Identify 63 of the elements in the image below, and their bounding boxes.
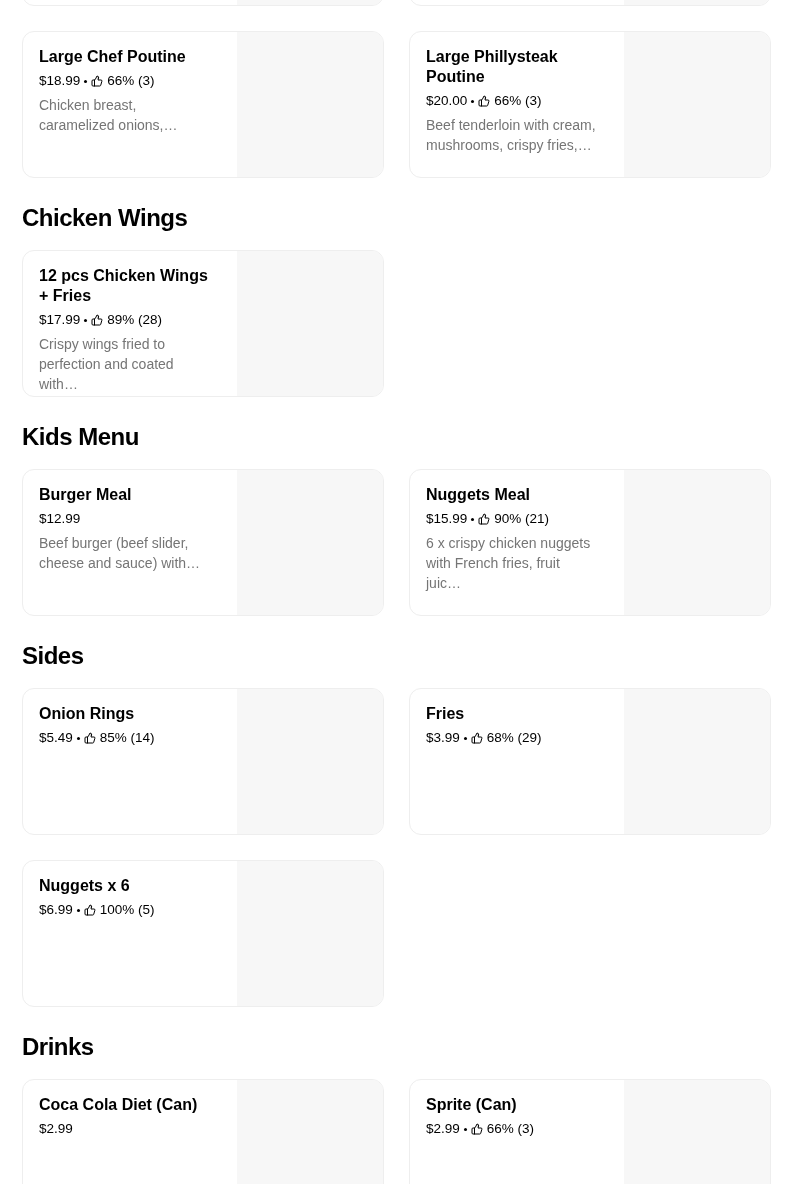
item-price: $18.99	[39, 72, 81, 90]
thumbs-up-icon	[91, 75, 104, 87]
menu-item-card[interactable]: Sprite (Can) $2.99 66% (3)	[409, 1079, 771, 1184]
thumbs-up-icon	[83, 732, 96, 744]
item-name: Large Phillysteak Poutine	[426, 47, 559, 87]
item-name: Onion Rings	[39, 704, 136, 724]
menu-item-card[interactable]: Nuggets Meal $15.99 90% (21) 6 x crispy chicken nuggets with French fries, fruit juic…	[409, 469, 771, 616]
separator-dot	[463, 736, 467, 740]
menu-item-card[interactable]: Onion Rings $5.49 85% (14)	[22, 688, 384, 835]
item-description: Beef burger (beef slider, cheese and sauce) with…	[39, 534, 202, 573]
item-rating: 66% (3)	[486, 1120, 535, 1138]
menu-item-card[interactable]: Large Chef Poutine $18.99 66% (3) Chicken breast, caramelized onions,…	[22, 31, 384, 178]
section-heading: Kids Menu	[22, 422, 140, 452]
thumbs-up-icon	[478, 513, 491, 525]
item-description: Crispy wings fried to perfection and coated with…	[39, 335, 175, 394]
item-rating: 68% (29)	[486, 729, 542, 747]
menu-item-card[interactable]: Large Phillysteak Poutine $20.00 66% (3) Beef tenderloin with cream, mushrooms, crispy fries,…	[409, 31, 771, 178]
separator-dot	[84, 79, 88, 83]
menu-item-card[interactable]: Burger Meal $12.99 Beef burger (beef slider, cheese and sauce) with…	[22, 469, 384, 616]
thumbs-up-icon	[478, 95, 491, 107]
menu-item-card[interactable]: 12 pcs Chicken Wings + Fries $17.99 89% (28) Crispy wings fried to perfection and coated with…	[22, 250, 384, 397]
item-name: Fries	[426, 704, 466, 724]
section-heading: Sides	[22, 641, 85, 671]
separator-dot	[463, 1127, 467, 1131]
thumbs-up-icon	[470, 732, 483, 744]
separator-dot	[76, 736, 80, 740]
item-name: Coca Cola Diet (Can)	[39, 1095, 199, 1115]
menu-item-card[interactable]: Nuggets x 6 $6.99 100% (5)	[22, 860, 384, 1007]
item-price: $6.99	[39, 901, 73, 919]
thumbs-up-icon	[91, 314, 104, 326]
menu-item-card[interactable]: Coca Cola Diet (Can) $2.99	[22, 1079, 384, 1184]
separator-dot	[84, 318, 88, 322]
item-price: $3.99	[426, 729, 460, 747]
menu-item-card[interactable]: Fries $3.99 68% (29)	[409, 688, 771, 835]
item-name: Large Chef Poutine	[39, 47, 187, 67]
item-price: $5.49	[39, 729, 73, 747]
separator-dot	[76, 908, 80, 912]
item-rating: 85% (14)	[99, 729, 155, 747]
item-rating: 90% (21)	[494, 510, 550, 528]
item-rating: 100% (5)	[99, 901, 155, 919]
item-name: Sprite (Can)	[426, 1095, 518, 1115]
item-price: $2.99	[39, 1120, 73, 1138]
item-name: Burger Meal	[39, 485, 133, 505]
section-heading: Chicken Wings	[22, 203, 189, 233]
item-price: $20.00	[426, 92, 468, 110]
item-rating: 66% (3)	[107, 72, 155, 90]
item-name: Nuggets x 6	[39, 876, 131, 896]
item-description: Chicken breast, caramelized onions,…	[39, 96, 179, 135]
item-name: Nuggets Meal	[426, 485, 531, 505]
item-price: $2.99	[426, 1120, 460, 1138]
thumbs-up-icon	[470, 1123, 483, 1135]
item-name: 12 pcs Chicken Wings + Fries	[39, 266, 209, 306]
item-price: $12.99	[39, 510, 81, 528]
item-description: 6 x crispy chicken nuggets with French fries, fruit juic…	[426, 534, 592, 593]
item-price: $15.99	[426, 510, 468, 528]
item-rating: 66% (3)	[494, 92, 542, 110]
separator-dot	[471, 517, 475, 521]
item-price: $17.99	[39, 311, 81, 329]
section-heading: Drinks	[22, 1032, 95, 1062]
item-description: Beef tenderloin with cream, mushrooms, crispy fries,…	[426, 116, 597, 155]
separator-dot	[471, 99, 475, 103]
thumbs-up-icon	[83, 904, 96, 916]
item-rating: 89% (28)	[107, 311, 163, 329]
